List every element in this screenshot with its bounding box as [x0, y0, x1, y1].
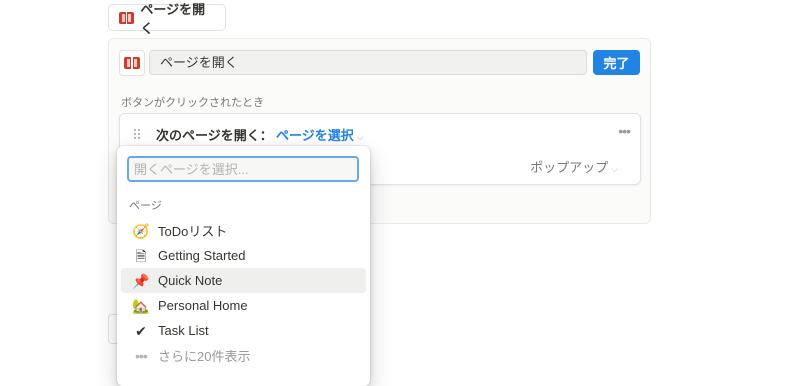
page-icon: 🗎: [135, 247, 147, 264]
chevron-down-icon: ⌵: [611, 164, 618, 174]
page-select-dropdown[interactable]: ページを選択 ⌵: [276, 125, 364, 144]
open-mode-label: ポップアップ: [530, 160, 609, 175]
page-item-quick-note[interactable]: 📌 Quick Note: [121, 268, 366, 293]
open-page-button[interactable]: ページを開く: [108, 2, 226, 36]
page-item-getting-started[interactable]: 🗎 Getting Started: [121, 243, 366, 268]
chevron-down-icon: ⌵: [356, 132, 364, 142]
page-item-label: Quick Note: [158, 273, 223, 288]
page-select-label: ページを選択: [276, 128, 354, 143]
house-icon: 🏡: [132, 297, 150, 314]
button-icon-picker[interactable]: [119, 50, 145, 76]
checkmark-icon: ✔: [135, 322, 147, 339]
pages-group-label: ページ: [129, 200, 162, 212]
open-page-button-label: ページを開く: [140, 1, 206, 36]
page-item-label: Task List: [158, 323, 209, 338]
page-item-label: Getting Started: [158, 248, 246, 263]
page-item-task-list[interactable]: ✔ Task List: [121, 318, 366, 343]
page-item-todo-list[interactable]: 🧭 ToDoリスト: [121, 218, 366, 243]
open-mode-dropdown[interactable]: ポップアップ ⌵: [530, 157, 618, 176]
show-more-item[interactable]: ••• さらに20件表示: [121, 343, 366, 368]
done-button[interactable]: 完了: [593, 50, 640, 75]
page-list: 🧭 ToDoリスト 🗎 Getting Started 📌 Quick Note…: [121, 218, 366, 368]
book-icon: [124, 57, 140, 69]
page-item-label: Personal Home: [158, 298, 248, 313]
more-options-icon[interactable]: •••: [618, 123, 631, 139]
book-icon: [119, 11, 135, 24]
compass-icon: 🧭: [132, 222, 150, 239]
page-item-personal-home[interactable]: 🏡 Personal Home: [121, 293, 366, 318]
page-picker-dropdown: ページ 🧭 ToDoリスト 🗎 Getting Started 📌 Quick …: [117, 146, 370, 386]
trigger-section-label: ボタンがクリックされたとき: [121, 97, 264, 109]
page-item-label: ToDoリスト: [158, 224, 228, 239]
page-search-input[interactable]: [127, 156, 359, 182]
ellipsis-icon: •••: [135, 347, 148, 364]
button-name-input[interactable]: ページを開く: [149, 50, 587, 75]
drag-handle-icon[interactable]: [133, 128, 141, 140]
action-label: 次のページを開く：: [156, 128, 273, 143]
pushpin-icon: 📌: [132, 272, 150, 289]
show-more-label: さらに20件表示: [158, 349, 251, 364]
